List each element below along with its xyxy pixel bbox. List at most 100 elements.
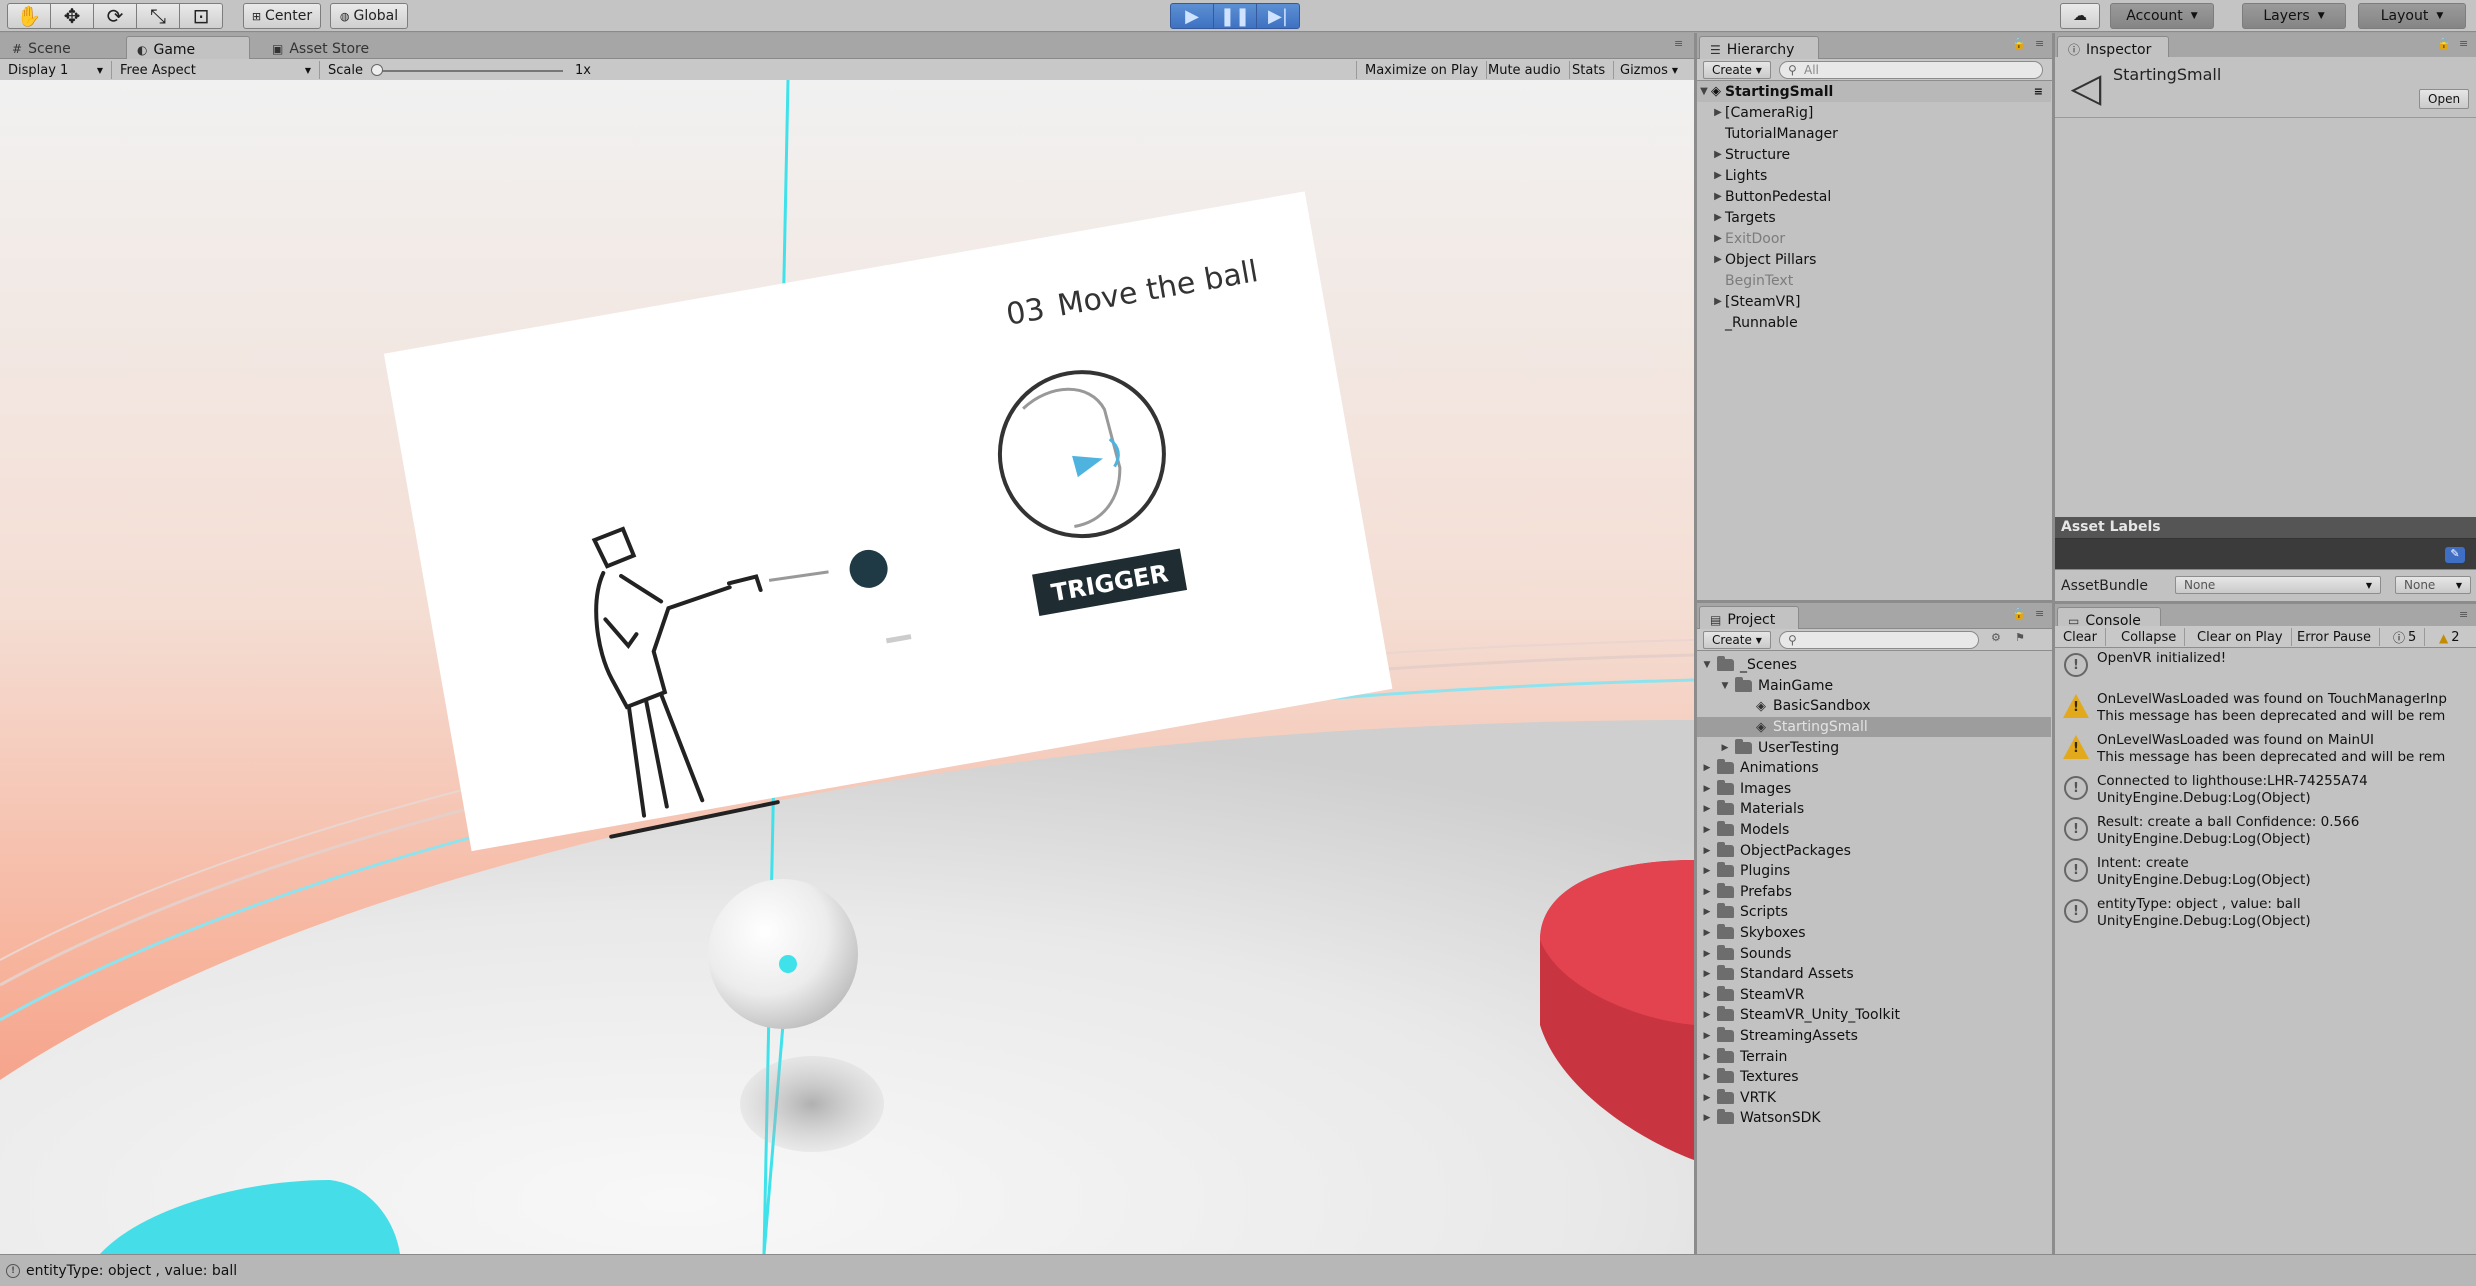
fold-closed-icon[interactable]: ▶ (1701, 825, 1713, 835)
fold-closed-icon[interactable]: ▶ (1701, 846, 1713, 856)
project-folder-item[interactable]: ▼ MainGame (1697, 676, 2051, 697)
tab-scene[interactable]: # Scene (2, 36, 81, 59)
project-folder-item[interactable]: ▶ Standard Assets (1697, 964, 2051, 985)
fold-closed-icon[interactable]: ▶ (1711, 170, 1725, 181)
hierarchy-item[interactable]: BeginText (1697, 270, 2051, 291)
console-warning-filter[interactable]: ▲ 2 (2431, 628, 2468, 646)
project-folder-item[interactable]: ▶ Skyboxes (1697, 923, 2051, 944)
project-folder-item[interactable]: ▶ Scripts (1697, 902, 2051, 923)
fold-open-icon[interactable]: ▼ (1719, 681, 1731, 691)
project-folder-item[interactable]: ▶ VRTK (1697, 1087, 2051, 1108)
project-folder-item[interactable]: ▶ Textures (1697, 1067, 2051, 1088)
fold-closed-icon[interactable]: ▶ (1701, 990, 1713, 1000)
game-view[interactable]: 03 Move the ball TRIGGER (0, 80, 1694, 1254)
lock-icon[interactable]: 🔒 (2012, 607, 2026, 620)
fold-closed-icon[interactable]: ▶ (1701, 1010, 1713, 1020)
hierarchy-root-scene[interactable]: ▼ ◈ StartingSmall ≡ (1697, 81, 2051, 102)
fold-closed-icon[interactable]: ▶ (1701, 887, 1713, 897)
fold-closed-icon[interactable]: ▶ (1701, 1052, 1713, 1062)
hierarchy-item[interactable]: _Runnable (1697, 312, 2051, 333)
scale-tool-icon[interactable]: ⤡ (136, 3, 180, 29)
asset-bundle-dropdown[interactable]: None ▼ (2175, 576, 2381, 594)
hierarchy-item[interactable]: ▶ [SteamVR] (1697, 291, 2051, 312)
fold-closed-icon[interactable]: ▶ (1701, 969, 1713, 979)
console-clear-button[interactable]: Clear (2055, 628, 2106, 646)
hierarchy-item[interactable]: ▶ ExitDoor (1697, 228, 2051, 249)
project-folder-item[interactable]: ▶ Plugins (1697, 861, 2051, 882)
project-folder-item[interactable]: ▶ SteamVR_Unity_Toolkit (1697, 1005, 2051, 1026)
panel-menu-icon[interactable]: ≡ (2459, 608, 2468, 621)
fold-closed-icon[interactable]: ▶ (1701, 907, 1713, 917)
play-button[interactable]: ▶ (1170, 3, 1214, 29)
asset-variant-dropdown[interactable]: None ▼ (2395, 576, 2471, 594)
tab-hierarchy[interactable]: ☰ Hierarchy (1699, 36, 1819, 59)
console-entry[interactable]: ! OnLevelWasLoaded was found on TouchMana… (2055, 689, 2476, 730)
aspect-dropdown[interactable]: Free Aspect ▼ (112, 61, 320, 79)
fold-closed-icon[interactable]: ▶ (1701, 928, 1713, 938)
scale-slider[interactable] (370, 63, 563, 76)
lock-icon[interactable]: 🔒 (2012, 37, 2026, 50)
hierarchy-item[interactable]: ▶ ButtonPedestal (1697, 186, 2051, 207)
console-entry[interactable]: ! entityType: object , value: ball UnityEn… (2055, 894, 2476, 935)
console-entry[interactable]: ! Connected to lighthouse:LHR-74255A74 Uni… (2055, 771, 2476, 812)
filter-by-type-icon[interactable]: ⚙ (1991, 631, 2001, 644)
project-folder-item[interactable]: ▶ UserTesting (1697, 737, 2051, 758)
project-folder-item[interactable]: ▶ ObjectPackages (1697, 840, 2051, 861)
layers-dropdown[interactable]: Layers ▼ (2242, 3, 2346, 29)
fold-closed-icon[interactable]: ▶ (1711, 296, 1725, 307)
fold-closed-icon[interactable]: ▶ (1711, 254, 1725, 265)
console-entry[interactable]: ! OnLevelWasLoaded was found on MainUI Thi… (2055, 730, 2476, 771)
tab-asset-store[interactable]: ▣ Asset Store (262, 36, 379, 59)
maximize-on-play-toggle[interactable]: Maximize on Play (1356, 61, 1488, 79)
rotate-tool-icon[interactable]: ⟳ (93, 3, 137, 29)
fold-open-icon[interactable]: ▼ (1697, 86, 1711, 97)
hierarchy-item[interactable]: ▶ Lights (1697, 165, 2051, 186)
label-tag-icon[interactable]: ✎ (2445, 547, 2465, 563)
project-folder-item[interactable]: ▶ Prefabs (1697, 882, 2051, 903)
project-folder-item[interactable]: ▶ Images (1697, 779, 2051, 800)
tab-project[interactable]: ▤ Project (1699, 606, 1799, 629)
console-entry[interactable]: ! OpenVR initialized! (2055, 648, 2476, 689)
fold-closed-icon[interactable]: ▶ (1711, 212, 1725, 223)
project-folder-item[interactable]: ▶ Animations (1697, 758, 2051, 779)
status-message[interactable]: entityType: object , value: ball (26, 1263, 237, 1279)
project-search-input[interactable]: ⚲ (1779, 631, 1979, 649)
tab-game[interactable]: ◐ Game (126, 36, 250, 59)
fold-closed-icon[interactable]: ▶ (1719, 743, 1731, 753)
panel-menu-icon[interactable]: ≡ (1674, 37, 1683, 50)
panel-menu-icon[interactable]: ≡ (2035, 37, 2044, 50)
hierarchy-search-input[interactable]: ⚲ All (1779, 61, 2043, 79)
fold-closed-icon[interactable]: ▶ (1701, 763, 1713, 773)
fold-open-icon[interactable]: ▼ (1701, 660, 1713, 670)
panel-menu-icon[interactable]: ≡ (2035, 607, 2044, 620)
hierarchy-item[interactable]: ▶ Targets (1697, 207, 2051, 228)
project-folder-item[interactable]: ▶ StreamingAssets (1697, 1026, 2051, 1047)
panel-menu-icon[interactable]: ≡ (2459, 37, 2468, 50)
scene-menu-icon[interactable]: ≡ (2034, 85, 2043, 98)
gizmos-dropdown[interactable]: Gizmos ▼ (1612, 61, 1694, 79)
project-folder-item[interactable]: ▶ SteamVR (1697, 985, 2051, 1006)
pivot-global-button[interactable]: ◍ Global (330, 3, 408, 29)
project-scene-item[interactable]: ◈ BasicSandbox (1697, 696, 2051, 717)
open-button[interactable]: Open (2419, 89, 2470, 109)
console-entry[interactable]: ! Result: create a ball Confidence: 0.566… (2055, 812, 2476, 853)
collab-cloud-button[interactable]: ☁ (2060, 3, 2100, 29)
project-folder-item[interactable]: ▶ Models (1697, 820, 2051, 841)
mute-audio-toggle[interactable]: Mute audio (1480, 61, 1570, 79)
fold-closed-icon[interactable]: ▶ (1701, 1072, 1713, 1082)
fold-closed-icon[interactable]: ▶ (1701, 1113, 1713, 1123)
hierarchy-item[interactable]: ▶ [CameraRig] (1697, 102, 2051, 123)
project-scene-item[interactable]: ◈ StartingSmall (1697, 716, 2051, 738)
fold-closed-icon[interactable]: ▶ (1701, 949, 1713, 959)
console-error-pause-toggle[interactable]: Error Pause (2289, 628, 2381, 646)
console-collapse-toggle[interactable]: Collapse (2113, 628, 2186, 646)
step-button[interactable]: ▶| (1256, 3, 1300, 29)
fold-closed-icon[interactable]: ▶ (1701, 866, 1713, 876)
console-entry[interactable]: ! Intent: create UnityEngine.Debug:Log(Obj… (2055, 853, 2476, 894)
console-clear-on-play-toggle[interactable]: Clear on Play (2189, 628, 2292, 646)
pivot-center-button[interactable]: ⊞ Center (243, 3, 321, 29)
hierarchy-item[interactable]: ▶ Object Pillars (1697, 249, 2051, 270)
hierarchy-create-button[interactable]: Create ▼ (1703, 61, 1771, 79)
scale-slider-thumb[interactable] (370, 63, 383, 76)
project-folder-item[interactable]: ▶ Terrain (1697, 1046, 2051, 1067)
